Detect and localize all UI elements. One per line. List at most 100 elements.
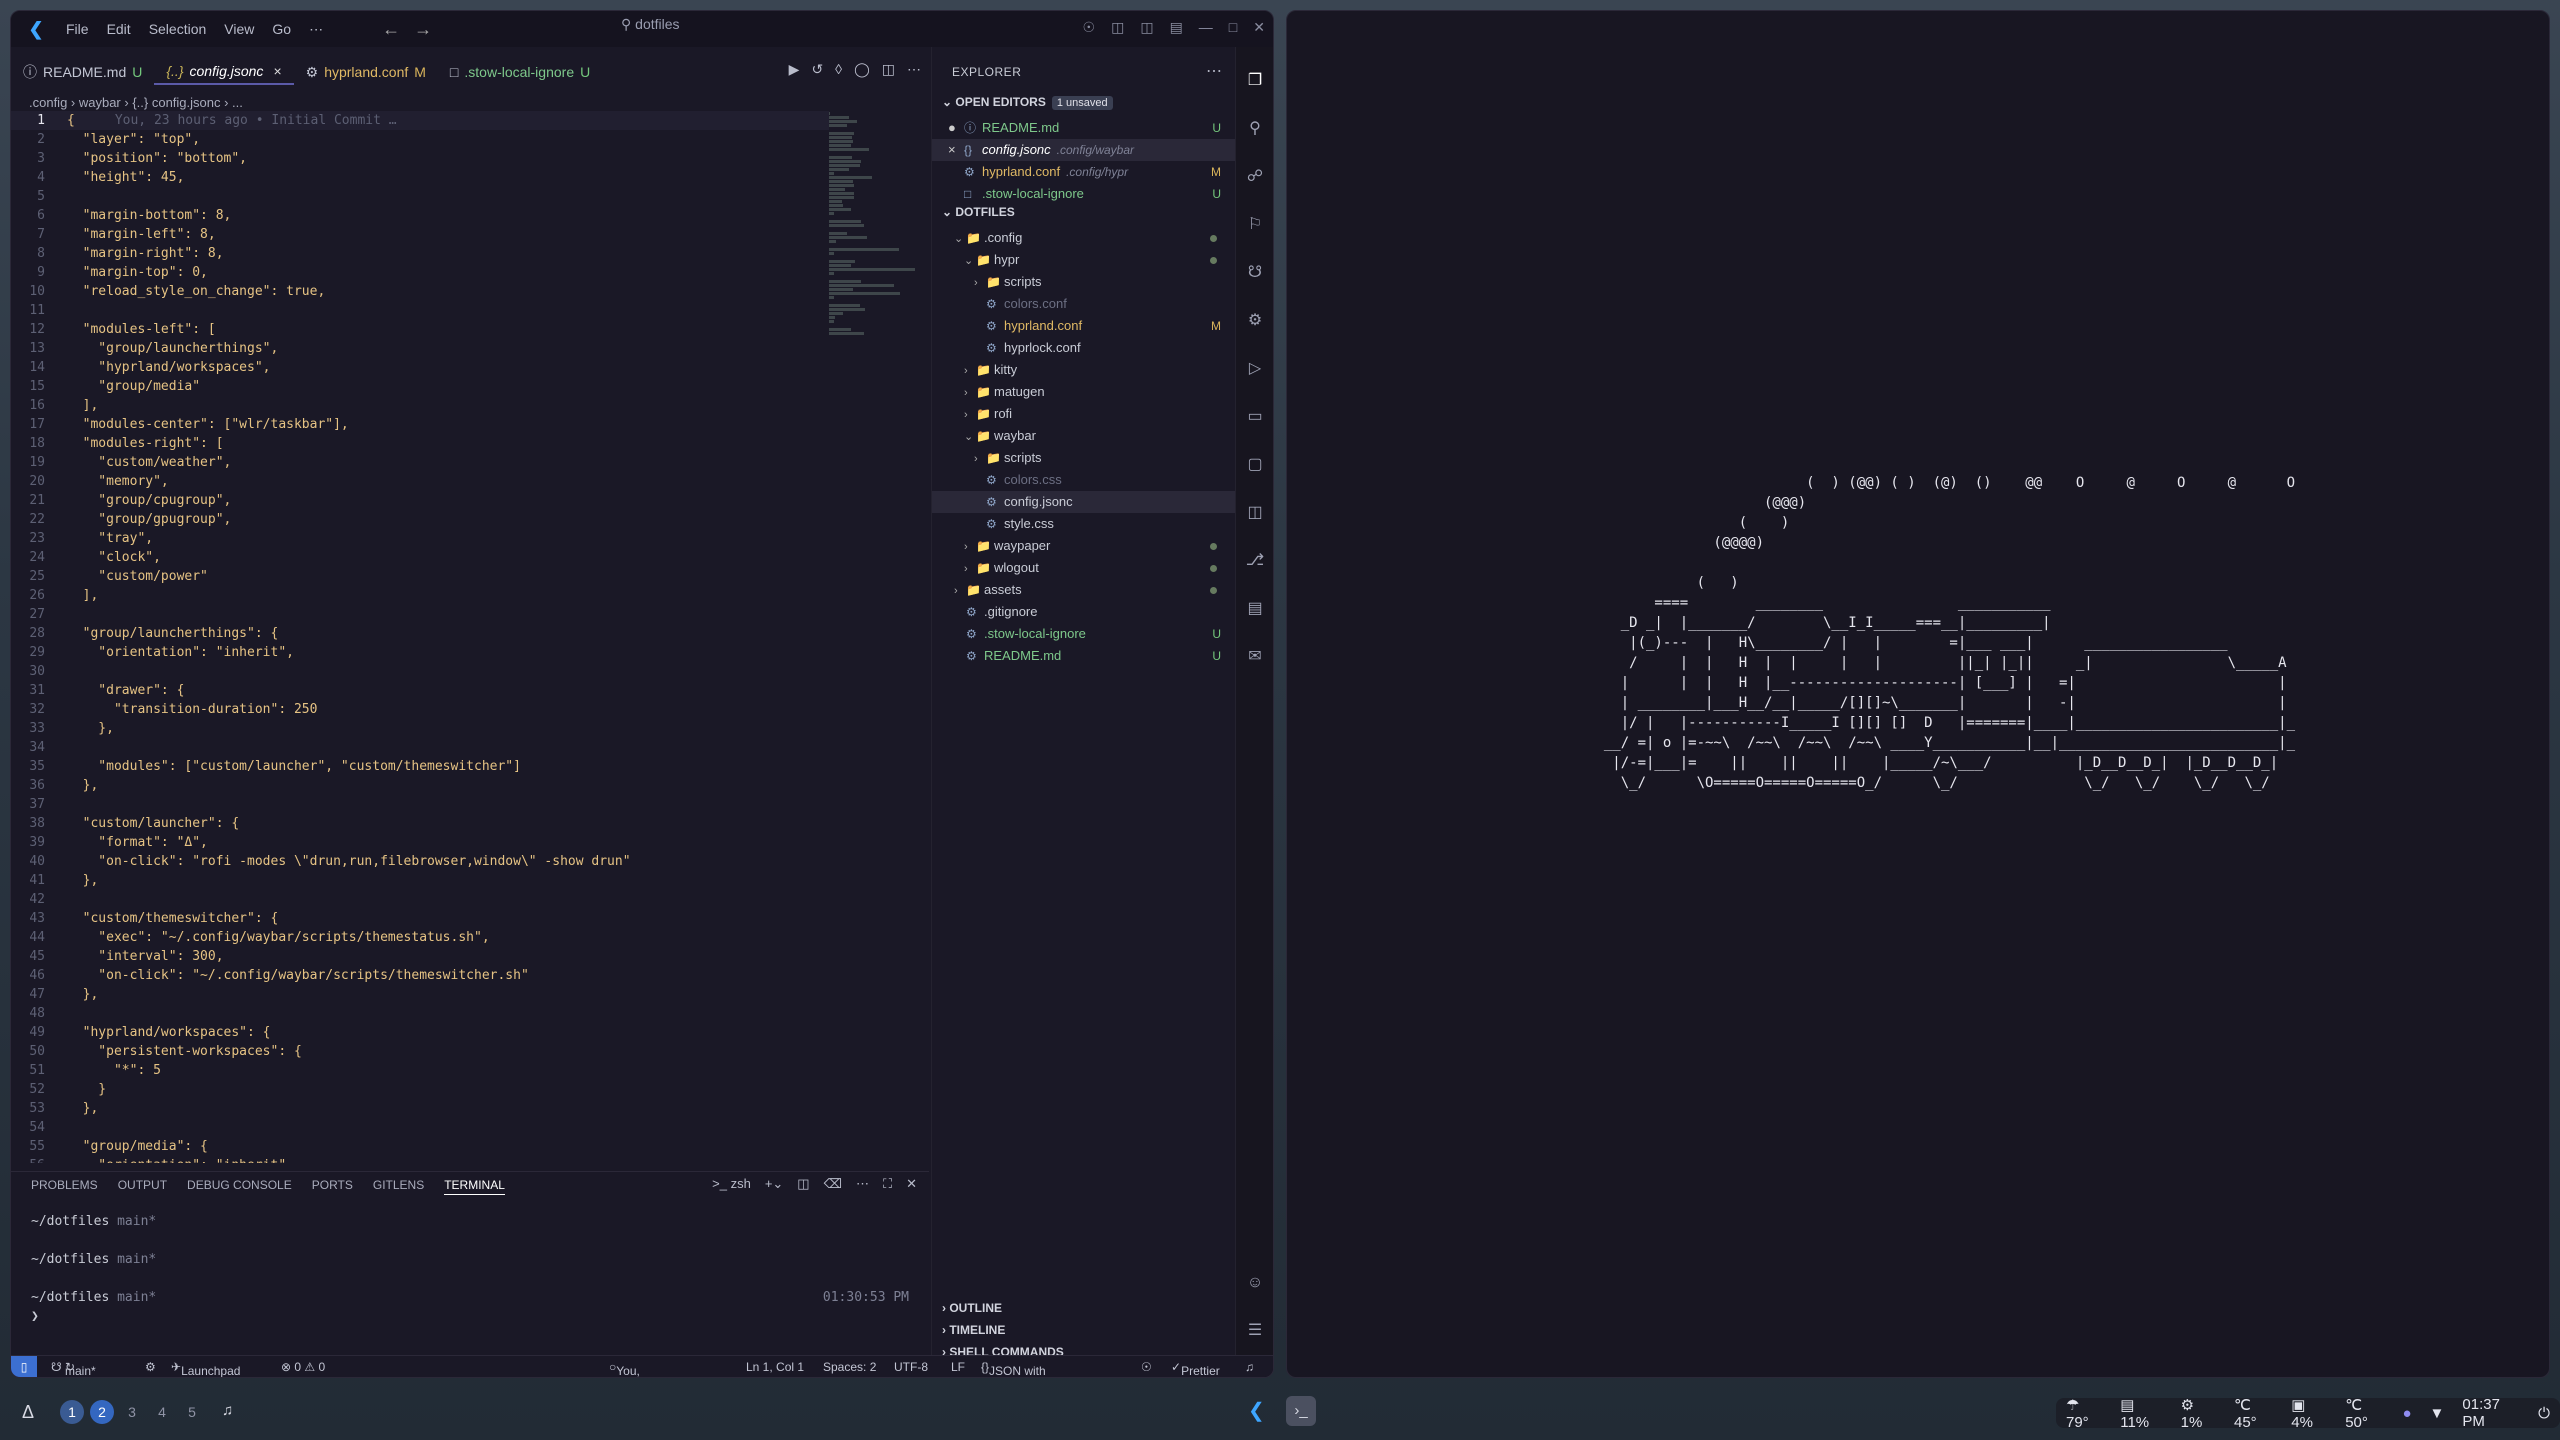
line-ending[interactable]: LF <box>951 1360 965 1374</box>
folder-item[interactable]: ⌄ 📁 waybar <box>932 425 1237 447</box>
run-icon[interactable]: ▶ <box>789 61 800 78</box>
code-line[interactable]: 18 "modules-right": [ <box>11 434 829 453</box>
menu-view[interactable]: View <box>215 21 263 37</box>
problems-status[interactable]: ⊗ 0 ⚠ 0 <box>281 1360 325 1374</box>
workspace-3[interactable]: 3 <box>120 1400 144 1424</box>
open-editor-item[interactable]: □ .stow-local-ignore U <box>932 183 1237 205</box>
launchpad-status[interactable]: ✈ Launchpad <box>171 1360 240 1377</box>
wifi-icon[interactable]: ▼ <box>2430 1405 2445 1422</box>
tab-ports[interactable]: PORTS <box>312 1178 353 1195</box>
menu-go[interactable]: Go <box>263 21 300 37</box>
folder-item[interactable]: › 📁 scripts <box>932 447 1237 469</box>
copilot-status-icon[interactable]: ☉ <box>1141 1360 1152 1374</box>
gpu-temp-status[interactable]: ℃ 50° <box>2345 1396 2384 1431</box>
forward-arrow-icon[interactable]: → <box>414 19 432 40</box>
tab-gitlens[interactable]: GITLENS <box>373 1178 424 1195</box>
remote-indicator-icon[interactable]: ▯ <box>11 1356 37 1377</box>
layout-icon[interactable]: ◫ <box>1111 19 1124 36</box>
menu-more[interactable]: ⋯ <box>300 21 332 38</box>
code-line[interactable]: 20 "memory", <box>11 472 829 491</box>
vscode-taskbar-icon[interactable]: ❮ <box>1248 1398 1265 1423</box>
menu-edit[interactable]: Edit <box>98 21 140 37</box>
code-line[interactable]: 12 "modules-left": [ <box>11 320 829 339</box>
source-control-icon[interactable]: ☍ <box>1243 165 1267 189</box>
code-line[interactable]: 17 "modules-center": ["wlr/taskbar"], <box>11 415 829 434</box>
code-line[interactable]: 2 "layer": "top", <box>11 130 829 149</box>
file-item[interactable]: ⚙ .gitignore <box>932 601 1237 623</box>
code-line[interactable]: 26 ], <box>11 586 829 605</box>
toggle-panel-icon[interactable]: ▤ <box>1170 19 1183 36</box>
launcher-icon[interactable]: Δ <box>22 1402 34 1423</box>
code-line[interactable]: 4 "height": 45, <box>11 168 829 187</box>
compare-icon[interactable]: ◊ <box>835 61 842 78</box>
code-line[interactable]: 40 "on-click": "rofi -modes \"drun,run,f… <box>11 852 829 871</box>
folder-item[interactable]: › 📁 kitty <box>932 359 1237 381</box>
cursor-position[interactable]: Ln 1, Col 1 <box>746 1360 804 1374</box>
code-line[interactable]: 23 "tray", <box>11 529 829 548</box>
folder-item[interactable]: › 📁 assets <box>932 579 1237 601</box>
code-editor[interactable]: 1 {You, 23 hours ago • Initial Commit … 2 … <box>11 111 829 1163</box>
music-note-icon[interactable]: ♫ <box>222 1402 233 1419</box>
cpu-status[interactable]: ⚙ 1% <box>2181 1396 2216 1431</box>
tab-debug-console[interactable]: DEBUG CONSOLE <box>187 1178 292 1195</box>
timeline-section[interactable]: › TIMELINE <box>942 1323 1005 1337</box>
branch-status[interactable]: ☋ main* ↻ <box>51 1360 96 1377</box>
cpu-temp-status[interactable]: ℃ 45° <box>2234 1396 2273 1431</box>
file-item[interactable]: ⚙ .stow-local-ignore U <box>932 623 1237 645</box>
open-editor-item[interactable]: ⚙ hyprland.conf .config/hypr M <box>932 161 1237 183</box>
back-arrow-icon[interactable]: ← <box>382 19 400 40</box>
remote-explorer-icon[interactable]: ▭ <box>1243 405 1267 429</box>
code-line[interactable]: 24 "clock", <box>11 548 829 567</box>
discord-tray-icon[interactable]: ● <box>2402 1405 2411 1422</box>
open-editor-item[interactable]: ● ⓘ README.md U <box>932 117 1237 139</box>
terminal-taskbar-icon[interactable]: ›_ <box>1286 1396 1316 1426</box>
code-line[interactable]: 47 }, <box>11 985 829 1004</box>
toggle-sidebar-icon[interactable]: ◫ <box>1140 19 1153 36</box>
code-line[interactable]: 16 ], <box>11 396 829 415</box>
code-line[interactable]: 54 <box>11 1118 829 1137</box>
code-line[interactable]: 38 "custom/launcher": { <box>11 814 829 833</box>
code-line[interactable]: 21 "group/cpugroup", <box>11 491 829 510</box>
folder-item[interactable]: › 📁 wlogout <box>932 557 1237 579</box>
code-line[interactable]: 35 "modules": ["custom/launcher", "custo… <box>11 757 829 776</box>
terminal-shell-selector[interactable]: >_ zsh <box>712 1176 751 1192</box>
git-branch-icon[interactable]: ⎇ <box>1243 549 1267 573</box>
git-graph-icon[interactable]: ☋ <box>1243 261 1267 285</box>
code-line[interactable]: 6 "margin-bottom": 8, <box>11 206 829 225</box>
code-line[interactable]: 9 "margin-top": 0, <box>11 263 829 282</box>
minimap[interactable] <box>829 111 929 511</box>
extensions-icon[interactable]: ▢ <box>1243 453 1267 477</box>
code-line[interactable]: 15 "group/media" <box>11 377 829 396</box>
menu-file[interactable]: File <box>57 21 98 37</box>
file-item[interactable]: ⚙ colors.conf <box>932 293 1237 315</box>
close-tab-icon[interactable]: × <box>273 63 281 79</box>
settings-icon[interactable]: ☰ <box>1243 1319 1267 1343</box>
code-line[interactable]: 52 } <box>11 1080 829 1099</box>
copilot-icon[interactable]: ☉ <box>1083 19 1096 36</box>
code-line[interactable]: 33 }, <box>11 719 829 738</box>
tab-problems[interactable]: PROBLEMS <box>31 1178 98 1195</box>
tab-hyprland-conf[interactable]: ⚙ hyprland.conf M <box>294 59 438 85</box>
code-line[interactable]: 29 "orientation": "inherit", <box>11 643 829 662</box>
split-editor-icon[interactable]: ◫ <box>882 61 895 78</box>
code-line[interactable]: 37 <box>11 795 829 814</box>
code-line[interactable]: 36 }, <box>11 776 829 795</box>
weather-status[interactable]: ☂ 79° <box>2066 1396 2102 1431</box>
folder-item[interactable]: › 📁 scripts <box>932 271 1237 293</box>
gpu-status[interactable]: ▣ 4% <box>2291 1396 2327 1431</box>
code-line[interactable]: 1 {You, 23 hours ago • Initial Commit … <box>11 111 829 130</box>
revert-icon[interactable]: ↺ <box>811 61 823 78</box>
indentation[interactable]: Spaces: 2 <box>823 1360 876 1374</box>
tab-stow-local-ignore[interactable]: □ .stow-local-ignore U <box>438 59 602 85</box>
code-line[interactable]: 14 "hyprland/workspaces", <box>11 358 829 377</box>
trash-icon[interactable]: ⌫ <box>824 1176 842 1192</box>
code-line[interactable]: 32 "transition-duration": 250 <box>11 700 829 719</box>
open-editors-header[interactable]: ⌄ OPEN EDITORS 1 unsaved <box>942 95 1113 110</box>
folder-item[interactable]: › 📁 rofi <box>932 403 1237 425</box>
code-line[interactable]: 53 }, <box>11 1099 829 1118</box>
code-line[interactable]: 48 <box>11 1004 829 1023</box>
maximize-panel-icon[interactable]: ⛶ <box>883 1176 892 1192</box>
code-line[interactable]: 8 "margin-right": 8, <box>11 244 829 263</box>
code-line[interactable]: 44 "exec": "~/.config/waybar/scripts/the… <box>11 928 829 947</box>
maximize-icon[interactable]: □ <box>1229 19 1237 36</box>
